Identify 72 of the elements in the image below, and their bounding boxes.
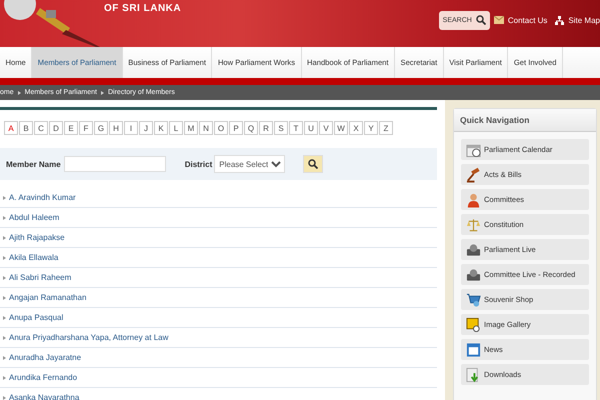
letter-link[interactable]: X xyxy=(349,121,363,135)
member-name-label: Member Name xyxy=(6,160,61,168)
image-icon xyxy=(466,316,481,332)
person-icon xyxy=(466,192,481,208)
letter-link[interactable]: W xyxy=(334,121,348,135)
member-link[interactable]: A. Aravindh Kumar xyxy=(9,193,76,202)
member-link[interactable]: Anuradha Jayaratne xyxy=(9,353,82,362)
letter-link[interactable]: E xyxy=(64,121,78,135)
member-link[interactable]: Angajan Ramanathan xyxy=(9,293,86,302)
bullet-icon xyxy=(3,336,6,340)
letter-link[interactable]: N xyxy=(199,121,213,135)
cart-icon xyxy=(466,292,481,308)
search-button[interactable] xyxy=(303,155,324,173)
contact-us-link[interactable]: Contact Us xyxy=(508,16,548,24)
chevron-icon xyxy=(18,90,21,94)
letter-link[interactable]: O xyxy=(214,121,228,135)
member-link[interactable]: Ali Sabri Raheem xyxy=(9,273,72,282)
bullet-icon xyxy=(3,276,6,280)
scales-icon xyxy=(466,216,481,232)
member-link[interactable]: Arundika Fernando xyxy=(9,373,78,382)
member-link[interactable]: Akila Ellawala xyxy=(9,253,58,262)
newspaper-icon xyxy=(466,342,481,358)
letter-link[interactable]: S xyxy=(274,121,288,135)
letter-link[interactable]: Y xyxy=(364,121,378,135)
letter-link[interactable]: I xyxy=(124,121,138,135)
bullet-icon xyxy=(3,196,6,200)
letter-link[interactable]: H xyxy=(109,121,123,135)
download-icon xyxy=(466,366,481,382)
letter-link[interactable]: U xyxy=(304,121,318,135)
bullet-icon xyxy=(3,316,6,320)
chevron-icon xyxy=(100,90,104,94)
site-map-link[interactable]: Site Map xyxy=(568,16,600,24)
letter-link[interactable]: B xyxy=(19,121,33,135)
letter-link[interactable]: J xyxy=(139,121,153,135)
bullet-icon xyxy=(3,396,6,400)
district-select[interactable]: Please Select xyxy=(214,155,286,173)
letter-link[interactable]: P xyxy=(229,121,243,135)
letter-link[interactable]: Q xyxy=(244,121,258,135)
letter-link[interactable]: M xyxy=(184,121,198,135)
member-link[interactable]: Abdul Haleem xyxy=(9,213,60,222)
letter-link[interactable]: D xyxy=(49,121,63,135)
member-link[interactable]: Asanka Navarathna xyxy=(9,393,80,400)
letter-link[interactable]: V xyxy=(319,121,333,135)
letter-link[interactable]: Z xyxy=(379,121,393,135)
bullet-icon xyxy=(3,216,6,220)
envelope-icon xyxy=(494,16,504,24)
bullet-icon xyxy=(3,236,6,240)
letter-link[interactable]: T xyxy=(289,121,303,135)
member-link[interactable]: Anura Priyadharshana Yapa, Attorney at Law xyxy=(9,333,168,342)
member-name-field[interactable] xyxy=(64,156,166,172)
letter-link[interactable]: L xyxy=(169,121,183,135)
search-icon xyxy=(476,15,486,25)
bullet-icon xyxy=(3,256,6,260)
letter-link[interactable]: G xyxy=(94,121,108,135)
member-link[interactable]: Anupa Pasqual xyxy=(9,313,64,322)
bullet-icon xyxy=(3,356,6,360)
panel-title: Quick Navigation xyxy=(454,109,596,132)
site-title: OF SRI LANKA xyxy=(104,3,182,16)
letter-link[interactable]: R xyxy=(259,121,273,135)
bullet-icon xyxy=(3,376,6,380)
sitemap-icon xyxy=(555,16,564,24)
letter-link[interactable]: C xyxy=(34,121,48,135)
camera-icon xyxy=(466,242,481,258)
search-icon xyxy=(308,159,318,169)
letter-link[interactable]: F xyxy=(79,121,93,135)
member-link[interactable]: Ajith Rajapakse xyxy=(9,233,65,242)
district-label: District xyxy=(184,160,212,168)
gavel-icon xyxy=(466,166,481,182)
letter-link[interactable]: K xyxy=(154,121,168,135)
camera-icon xyxy=(466,266,481,282)
bullet-icon xyxy=(3,296,6,300)
letter-link[interactable]: A xyxy=(4,121,18,135)
